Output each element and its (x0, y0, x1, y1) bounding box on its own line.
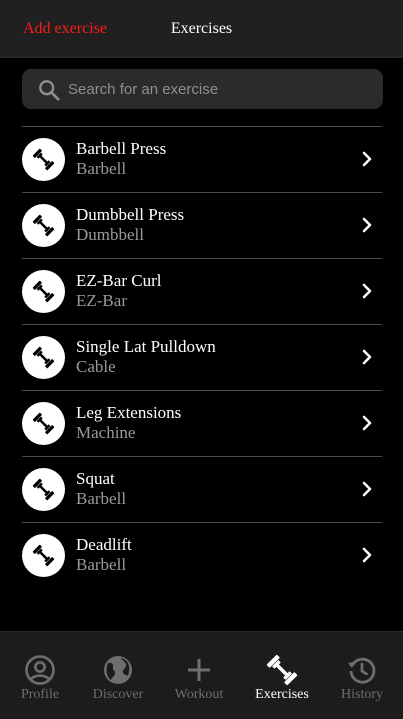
exercise-name: Squat (76, 469, 115, 488)
exercise-row[interactable]: Squat Barbell (22, 457, 382, 523)
exercise-name: Deadlift (76, 535, 132, 554)
tab-label: Exercises (255, 687, 309, 702)
chevron-right-icon (362, 151, 372, 167)
tab-exercises[interactable]: Exercises (242, 632, 322, 719)
chevron-right-icon (362, 415, 372, 431)
history-icon (348, 657, 376, 684)
plus-icon (188, 659, 210, 681)
exercise-equipment: Dumbbell (76, 225, 144, 244)
exercise-row[interactable]: Leg Extensions Machine (22, 391, 382, 457)
tab-profile[interactable]: Profile (0, 632, 80, 719)
exercise-list: Barbell Press Barbell Dumbbell Press Dum… (22, 126, 382, 588)
dumbbell-icon (32, 478, 55, 501)
exercise-avatar (22, 270, 65, 313)
top-bar: Add exercise Exercises (0, 0, 403, 58)
search-bar[interactable] (22, 69, 383, 109)
exercise-equipment: Machine (76, 423, 136, 442)
bottom-tab-bar: Profile Discover Workout Exercises Histo… (0, 631, 403, 719)
exercise-row[interactable]: Dumbbell Press Dumbbell (22, 193, 382, 259)
tab-workout[interactable]: Workout (159, 632, 239, 719)
exercise-avatar (22, 138, 65, 181)
dumbbell-icon (32, 412, 55, 435)
chevron-right-icon (362, 217, 372, 233)
dumbbell-icon (32, 346, 55, 369)
dumbbell-icon (32, 280, 55, 303)
exercise-equipment: EZ-Bar (76, 291, 127, 310)
exercise-avatar (22, 204, 65, 247)
exercise-row[interactable]: Deadlift Barbell (22, 523, 382, 588)
tab-label: History (341, 687, 383, 702)
exercise-name: Barbell Press (76, 139, 167, 158)
exercise-name: Dumbbell Press (76, 205, 185, 224)
exercise-equipment: Barbell (76, 159, 127, 178)
page-title: Exercises (170, 20, 233, 37)
search-input[interactable] (68, 69, 368, 109)
exercise-name: Leg Extensions (76, 403, 182, 422)
chevron-right-icon (362, 481, 372, 497)
exercise-row[interactable]: Barbell Press Barbell (22, 127, 382, 193)
tab-label: Workout (174, 687, 224, 702)
tab-label: Profile (20, 687, 60, 702)
profile-icon (25, 655, 55, 685)
dumbbell-icon (32, 148, 55, 171)
exercise-equipment: Barbell (76, 555, 127, 574)
exercise-name: Single Lat Pulldown (76, 337, 216, 356)
exercise-equipment: Cable (76, 357, 116, 376)
chevron-right-icon (362, 283, 372, 299)
chevron-right-icon (362, 349, 372, 365)
exercise-avatar (22, 468, 65, 511)
exercise-avatar (22, 402, 65, 445)
tab-label: Discover (92, 687, 144, 702)
dumbbell-icon (266, 654, 298, 686)
dumbbell-icon (32, 214, 55, 237)
exercise-equipment: Barbell (76, 489, 127, 508)
chevron-right-icon (362, 547, 372, 563)
dumbbell-icon (32, 544, 55, 567)
exercise-row[interactable]: EZ-Bar Curl EZ-Bar (22, 259, 382, 325)
exercise-row[interactable]: Single Lat Pulldown Cable (22, 325, 382, 391)
globe-icon (104, 656, 132, 684)
exercise-name: EZ-Bar Curl (76, 271, 162, 290)
exercise-avatar (22, 336, 65, 379)
tab-discover[interactable]: Discover (78, 632, 158, 719)
tab-history[interactable]: History (322, 632, 402, 719)
search-icon (39, 80, 60, 101)
exercise-avatar (22, 534, 65, 577)
